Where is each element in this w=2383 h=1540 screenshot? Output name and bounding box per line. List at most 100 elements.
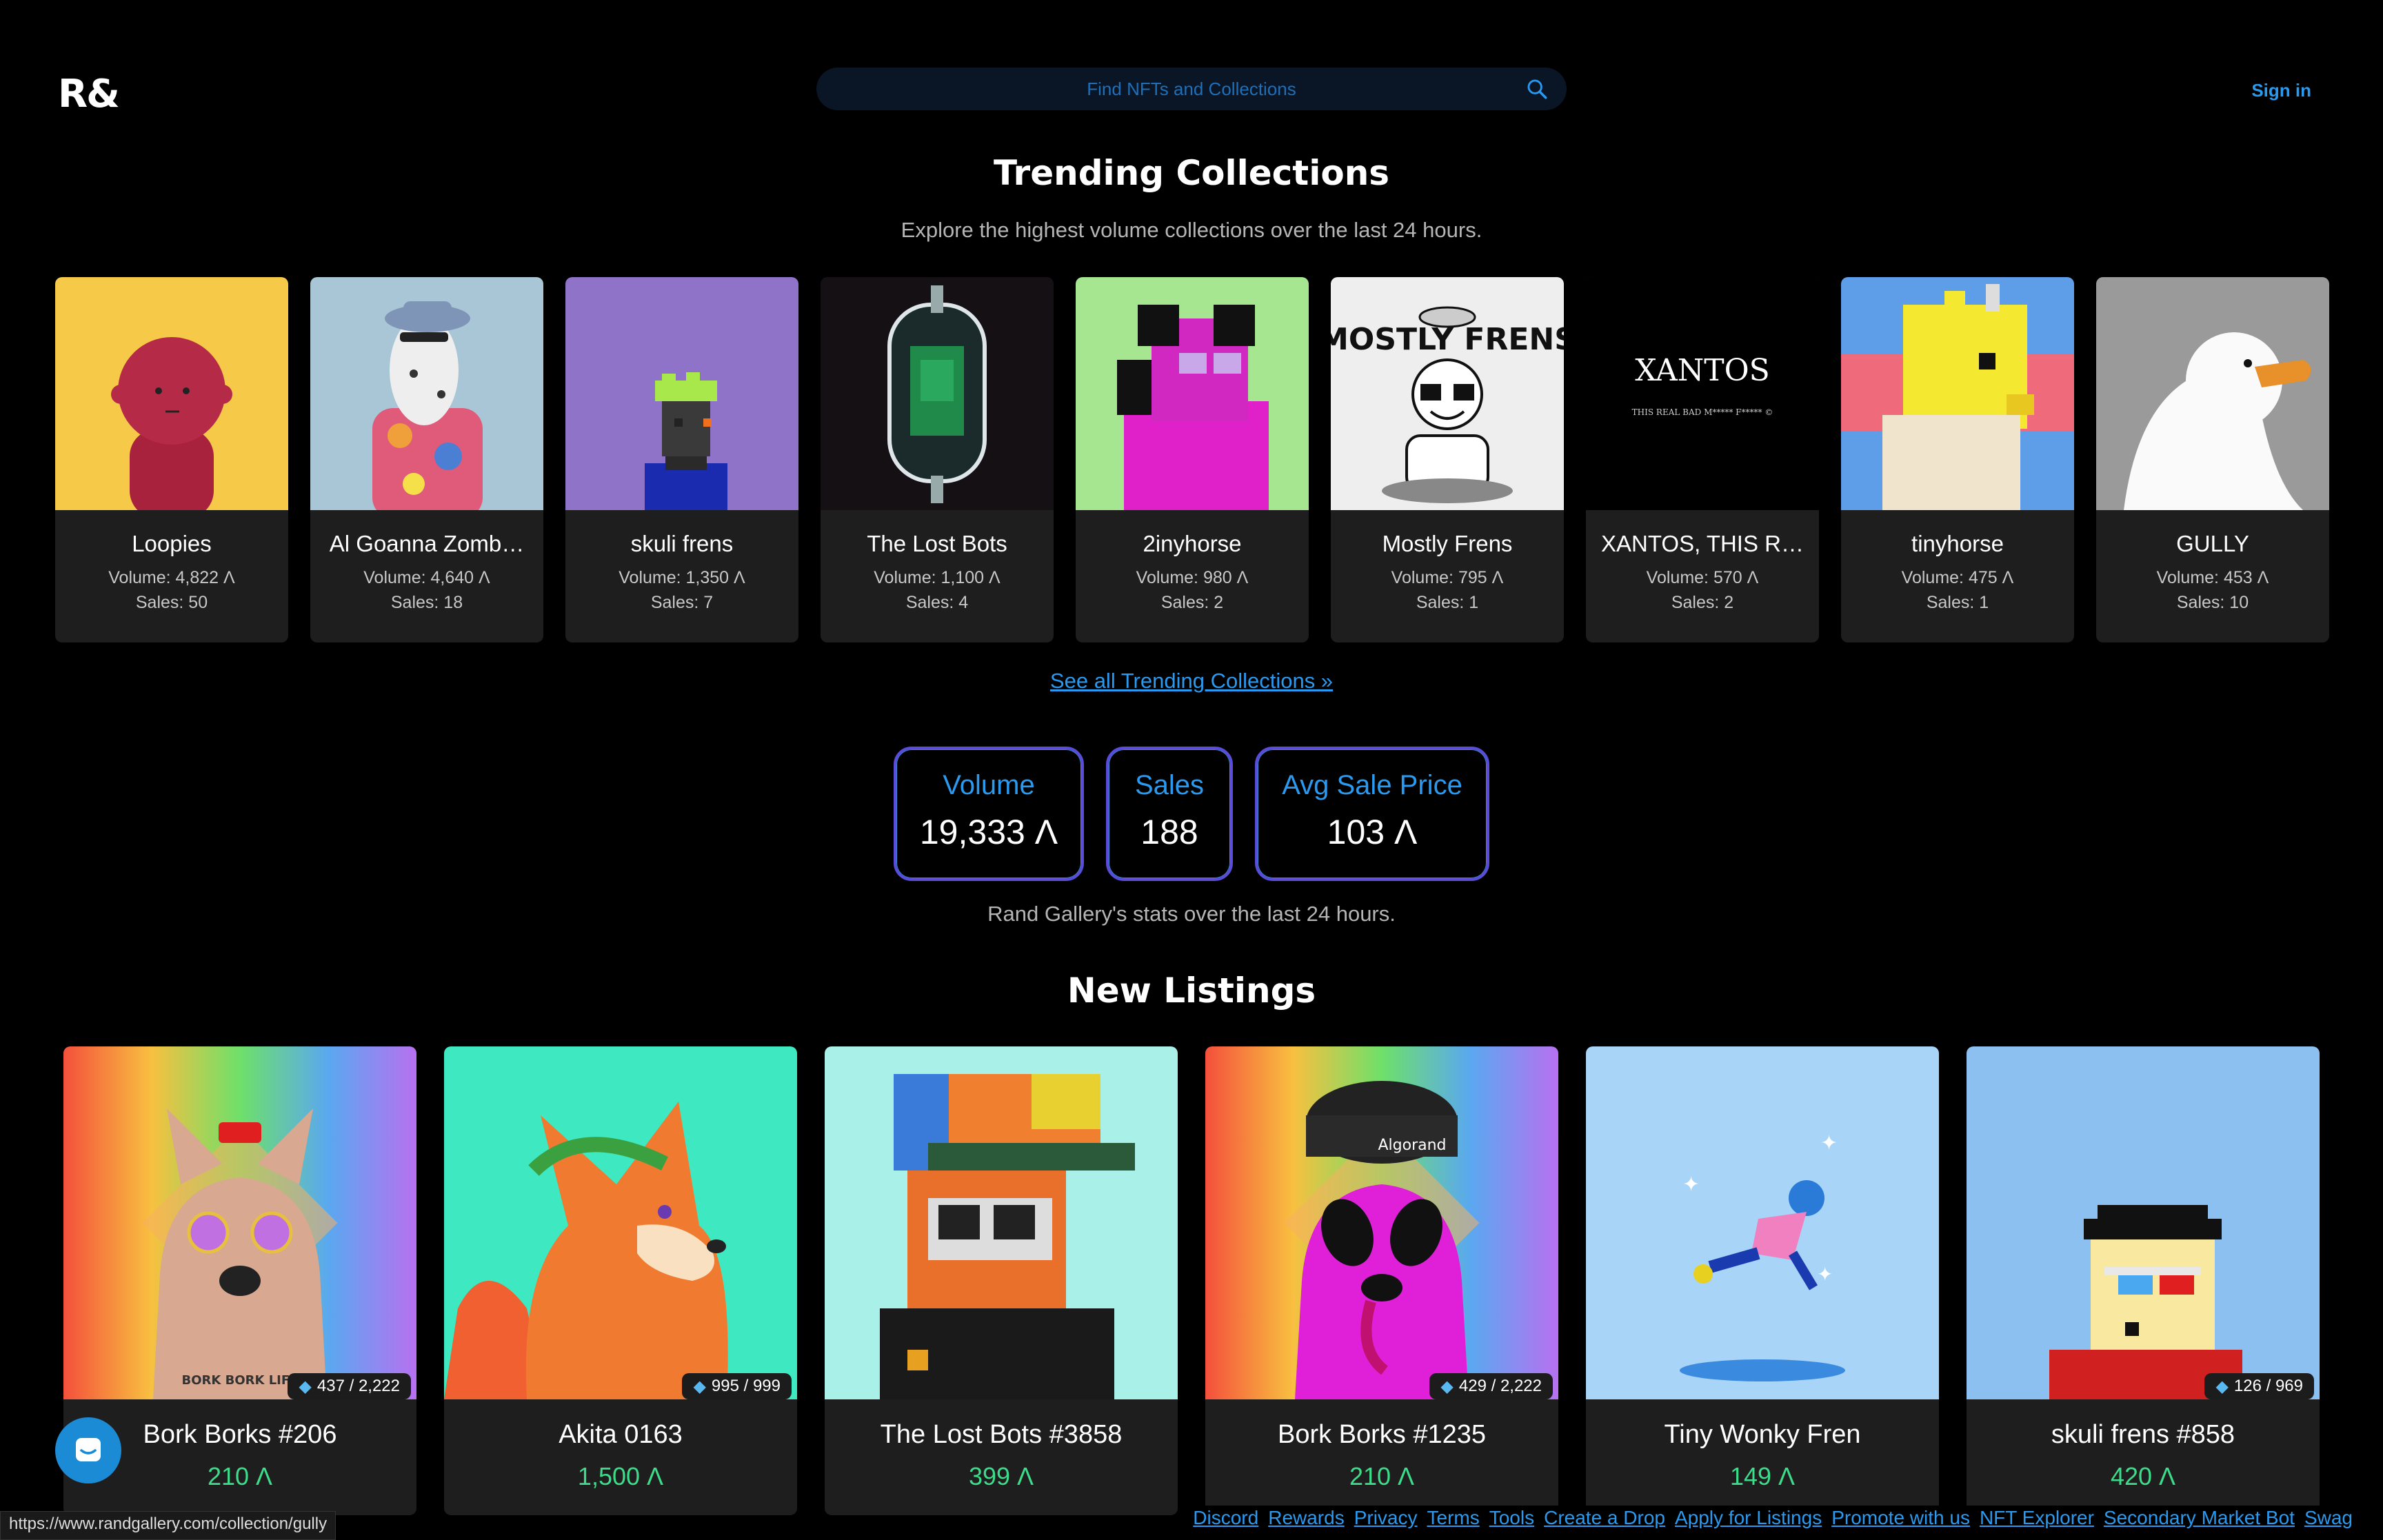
diamond-icon: ◆ [2215, 1377, 2229, 1396]
collection-image [821, 277, 1054, 510]
trending-card[interactable]: skuli frens Volume: 1,350 Ʌ Sales: 7 [565, 277, 798, 642]
diamond-icon: ◆ [693, 1377, 706, 1396]
new-listings-title: New Listings [1067, 971, 1316, 1011]
footer-link-nft-explorer[interactable]: NFT Explorer [1980, 1507, 2094, 1529]
see-all-trending-link[interactable]: See all Trending Collections » [0, 669, 2383, 693]
collection-image: MOSTLY FRENS [1331, 277, 1564, 510]
search-icon[interactable] [1525, 77, 1549, 101]
collection-name: Al Goanna Zomb… [329, 531, 525, 556]
collection-sales: Sales: 50 [135, 593, 208, 612]
collection-volume: Volume: 795 Ʌ [1391, 568, 1504, 587]
collection-art-subtext: THIS REAL BAD M***** F***** © [1632, 407, 1773, 417]
tattoo-text: BORK BORK LIFE [182, 1373, 299, 1388]
site-logo[interactable]: R& [58, 72, 120, 116]
trending-collections-row: Loopies Volume: 4,822 Ʌ Sales: 50 Al Goan… [55, 277, 2329, 642]
collection-name: GULLY [2176, 531, 2249, 556]
trending-card[interactable]: Loopies Volume: 4,822 Ʌ Sales: 50 [55, 277, 288, 642]
collection-sales: Sales: 7 [650, 593, 714, 612]
stat-label: Sales [1134, 770, 1205, 800]
collection-name: XANTOS, THIS R… [1600, 531, 1804, 556]
footer-links: Discord Rewards Privacy Terms Tools Crea… [1187, 1506, 2358, 1530]
collection-sales: Sales: 4 [905, 593, 969, 612]
listing-card[interactable]: ✦ ✦ ✦ Tiny Wonky Fren 149 Ʌ [1586, 1046, 1939, 1515]
stat-value: 188 [1140, 813, 1198, 851]
trending-card[interactable]: tinyhorse Volume: 475 Ʌ Sales: 1 [1841, 277, 2074, 642]
collection-image [1076, 277, 1309, 510]
collection-volume: Volume: 4,822 Ʌ [108, 568, 235, 587]
collection-image [565, 277, 798, 510]
collection-volume: Volume: 453 Ʌ [2156, 568, 2269, 587]
listing-name: skuli frens #858 [2051, 1420, 2235, 1449]
collection-volume: Volume: 1,350 Ʌ [619, 568, 745, 587]
footer-link-market-bot[interactable]: Secondary Market Bot [2104, 1507, 2295, 1529]
trending-card[interactable]: 2inyhorse Volume: 980 Ʌ Sales: 2 [1076, 277, 1309, 642]
collection-image [310, 277, 543, 510]
footer-link-discord[interactable]: Discord [1193, 1507, 1258, 1529]
listing-card[interactable]: Algorand ◆ 429 / 2,222 Bork Borks #1235 2… [1205, 1046, 1558, 1515]
trending-card[interactable]: XANTOS THIS REAL BAD M***** F***** © XANT… [1586, 277, 1819, 642]
collection-sales: Sales: 10 [2176, 593, 2249, 612]
listing-name: Bork Borks #1235 [1277, 1420, 1487, 1449]
collection-sales: Sales: 1 [1416, 593, 1479, 612]
status-bar-url: https://www.randgallery.com/collection/g… [0, 1511, 336, 1540]
listing-image: ✦ ✦ ✦ [1586, 1046, 1939, 1399]
trending-title: Trending Collections [993, 153, 1390, 193]
collection-image [2096, 277, 2329, 510]
stat-sales: Sales 188 [1106, 747, 1233, 881]
footer-link-tools[interactable]: Tools [1489, 1507, 1534, 1529]
sign-in-link[interactable]: Sign in [2251, 80, 2311, 101]
cap-text: Algorand [1378, 1137, 1446, 1154]
collection-name: Loopies [132, 531, 212, 556]
search-input[interactable] [881, 78, 1502, 100]
collection-sales: Sales: 1 [1926, 593, 1989, 612]
listing-price: 420 Ʌ [2110, 1462, 2176, 1490]
listing-image [825, 1046, 1178, 1399]
listing-card[interactable]: The Lost Bots #3858 399 Ʌ [825, 1046, 1178, 1515]
search-bar[interactable] [816, 68, 1567, 110]
diamond-icon: ◆ [1440, 1377, 1454, 1396]
trending-card[interactable]: GULLY Volume: 453 Ʌ Sales: 10 [2096, 277, 2329, 642]
footer-link-swag[interactable]: Swag [2304, 1507, 2353, 1529]
listing-price: 399 Ʌ [968, 1462, 1034, 1490]
footer-link-terms[interactable]: Terms [1427, 1507, 1480, 1529]
chat-button[interactable] [55, 1417, 121, 1483]
stat-label: Volume [943, 770, 1035, 800]
listing-name: Akita 0163 [559, 1420, 683, 1449]
collection-sales: Sales: 18 [390, 593, 463, 612]
collection-sales: Sales: 2 [1671, 593, 1734, 612]
collection-volume: Volume: 570 Ʌ [1646, 568, 1759, 587]
footer-link-create-drop[interactable]: Create a Drop [1544, 1507, 1665, 1529]
collection-name: The Lost Bots [867, 531, 1007, 556]
trending-subtitle: Explore the highest volume collections o… [901, 218, 1482, 242]
listing-name: The Lost Bots #3858 [880, 1420, 1123, 1449]
footer-link-privacy[interactable]: Privacy [1354, 1507, 1418, 1529]
listing-image [1967, 1046, 2320, 1399]
collection-sales: Sales: 2 [1160, 593, 1224, 612]
listing-price: 1,500 Ʌ [577, 1462, 664, 1490]
stats-row: Volume 19,333 Ʌ Sales 188 Avg Sale Price… [0, 747, 2383, 881]
collection-name: tinyhorse [1911, 531, 2004, 556]
footer-link-promote[interactable]: Promote with us [1831, 1507, 1970, 1529]
listing-card[interactable]: ◆ 126 / 969 skuli frens #858 420 Ʌ [1967, 1046, 2320, 1515]
listing-image: BORK BORK LIFE [63, 1046, 416, 1399]
stat-label: Avg Sale Price [1282, 770, 1462, 800]
stat-volume: Volume 19,333 Ʌ [894, 747, 1084, 881]
collection-image [55, 277, 288, 510]
collection-volume: Volume: 4,640 Ʌ [363, 568, 490, 587]
rarity-badge: ◆ 429 / 2,222 [1429, 1373, 1553, 1399]
diamond-icon: ◆ [299, 1377, 312, 1396]
collection-name: skuli frens [630, 531, 734, 556]
collection-volume: Volume: 980 Ʌ [1136, 568, 1249, 587]
footer-link-rewards[interactable]: Rewards [1268, 1507, 1344, 1529]
listing-name: Tiny Wonky Fren [1664, 1420, 1861, 1449]
trending-card[interactable]: Al Goanna Zomb… Volume: 4,640 Ʌ Sales: 18 [310, 277, 543, 642]
rarity-badge: ◆ 437 / 2,222 [288, 1373, 411, 1399]
listing-card[interactable]: ◆ 995 / 999 Akita 0163 1,500 Ʌ [444, 1046, 797, 1515]
trending-card[interactable]: MOSTLY FRENS Mostly Frens Volume: 795 Ʌ S… [1331, 277, 1564, 642]
footer-link-apply-listings[interactable]: Apply for Listings [1675, 1507, 1822, 1529]
stat-value: 19,333 Ʌ [919, 813, 1058, 851]
collection-volume: Volume: 475 Ʌ [1901, 568, 2014, 587]
chat-bubble-icon [76, 1438, 101, 1461]
collection-name: 2inyhorse [1143, 531, 1242, 556]
trending-card[interactable]: The Lost Bots Volume: 1,100 Ʌ Sales: 4 [821, 277, 1054, 642]
